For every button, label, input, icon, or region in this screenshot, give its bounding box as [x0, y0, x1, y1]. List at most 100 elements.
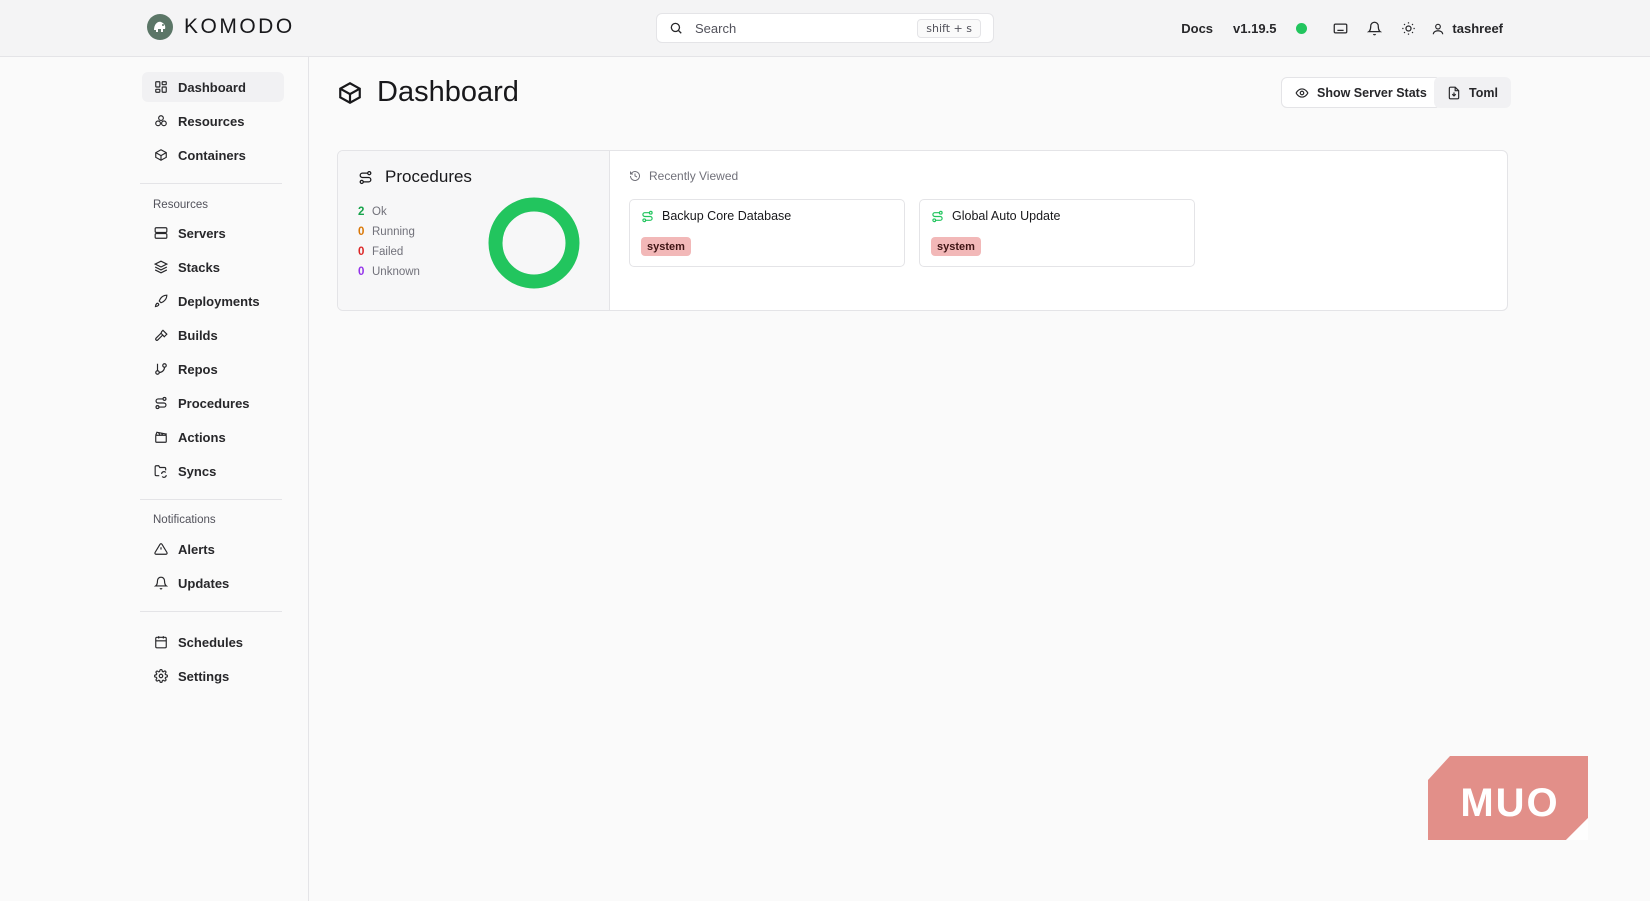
sidebar-section-resources: Resources: [153, 199, 208, 211]
server-icon: [154, 226, 168, 240]
recently-viewed-heading: Recently Viewed: [629, 169, 738, 183]
sidebar-item-servers[interactable]: Servers: [142, 218, 284, 248]
recent-item-name: Backup Core Database: [662, 209, 792, 223]
procedures-card: Procedures 2 Ok 0 Running 0 Failed 0 Unk…: [337, 150, 1508, 311]
keyboard-icon: [1333, 21, 1348, 36]
route-icon: [154, 396, 168, 410]
sidebar-item-dashboard[interactable]: Dashboard: [142, 72, 284, 102]
eye-icon: [1295, 86, 1309, 100]
resources-icon: [154, 114, 168, 128]
recently-viewed-label: Recently Viewed: [649, 169, 739, 183]
sidebar-item-label: Resources: [178, 113, 245, 129]
dashboard-icon: [154, 80, 168, 94]
search-input[interactable]: Search shift + s: [656, 13, 994, 43]
sidebar-item-deployments[interactable]: Deployments: [142, 286, 284, 316]
notifications-button[interactable]: [1357, 12, 1391, 46]
sidebar-item-label: Alerts: [178, 541, 215, 557]
sidebar-item-label: Updates: [178, 575, 230, 591]
sidebar-section-notifications: Notifications: [153, 514, 216, 526]
komodo-logo-icon: [147, 14, 173, 40]
clapperboard-icon: [154, 430, 168, 444]
layers-icon: [154, 260, 168, 274]
procedures-heading: Procedures: [358, 167, 472, 187]
sidebar-item-actions[interactable]: Actions: [142, 422, 284, 452]
sidebar-item-label: Builds: [178, 327, 218, 343]
sidebar-item-stacks[interactable]: Stacks: [142, 252, 284, 282]
sidebar-item-label: Dashboard: [178, 79, 246, 95]
docs-link[interactable]: Docs: [1181, 21, 1213, 36]
stat-failed: 0 Failed: [358, 246, 403, 258]
muo-watermark-logo: MUO: [1428, 756, 1588, 840]
user-icon: [1431, 22, 1445, 36]
top-bar: KOMODO Search shift + s Docs v1.19.5 tas…: [0, 0, 1650, 57]
git-branch-icon: [154, 362, 168, 376]
bell-icon: [154, 576, 168, 590]
stat-count: 0: [358, 266, 365, 278]
theme-toggle-button[interactable]: [1391, 12, 1425, 46]
sidebar-item-label: Containers: [178, 147, 246, 163]
sidebar-item-builds[interactable]: Builds: [142, 320, 284, 350]
rocket-icon: [154, 294, 168, 308]
sidebar-item-label: Schedules: [178, 634, 244, 650]
header-actions: Docs v1.19.5 tashreef: [1181, 0, 1503, 57]
search-icon: [669, 21, 683, 35]
alert-triangle-icon: [154, 542, 168, 556]
sidebar-item-schedules[interactable]: Schedules: [142, 627, 284, 657]
recent-item-card[interactable]: Global Auto Update system: [919, 199, 1195, 267]
stat-label: Failed: [372, 246, 404, 258]
page-title: Dashboard: [337, 76, 519, 109]
stat-count: 2: [358, 206, 365, 218]
sidebar-divider: [140, 183, 282, 184]
stat-count: 0: [358, 246, 365, 258]
user-menu[interactable]: tashreef: [1431, 21, 1503, 36]
recent-item-name: Global Auto Update: [952, 209, 1061, 223]
version-label[interactable]: v1.19.5: [1233, 21, 1276, 36]
search-placeholder: Search: [695, 20, 737, 36]
brand[interactable]: KOMODO: [147, 14, 295, 40]
history-icon: [629, 170, 641, 182]
page-title-text: Dashboard: [377, 76, 519, 108]
sidebar-divider: [140, 611, 282, 612]
recent-item-title: Backup Core Database: [641, 209, 791, 223]
sidebar-item-resources[interactable]: Resources: [142, 106, 284, 136]
sidebar-item-label: Settings: [178, 668, 230, 684]
calendar-icon: [154, 635, 168, 649]
sidebar-item-label: Procedures: [178, 395, 250, 411]
search-shortcut: shift + s: [917, 18, 981, 38]
brand-name: KOMODO: [184, 15, 295, 38]
box-icon: [337, 80, 363, 106]
file-download-icon: [1447, 86, 1461, 100]
sun-icon: [1401, 21, 1416, 36]
stat-label: Running: [372, 226, 415, 238]
sidebar-item-label: Actions: [178, 429, 226, 445]
sidebar-item-label: Stacks: [178, 259, 220, 275]
procedures-title: Procedures: [385, 167, 472, 186]
sidebar-item-containers[interactable]: Containers: [142, 140, 284, 170]
sidebar-item-label: Servers: [178, 225, 226, 241]
tag-badge[interactable]: system: [931, 237, 981, 256]
toml-button[interactable]: Toml: [1434, 77, 1511, 108]
sidebar-item-repos[interactable]: Repos: [142, 354, 284, 384]
sidebar-item-label: Syncs: [178, 463, 217, 479]
settings-icon: [154, 669, 168, 683]
tag-badge[interactable]: system: [641, 237, 691, 256]
watermark-text: MUO: [1460, 781, 1559, 825]
sidebar-item-updates[interactable]: Updates: [142, 568, 284, 598]
recent-item-card[interactable]: Backup Core Database system: [629, 199, 905, 267]
show-server-stats-button[interactable]: Show Server Stats: [1281, 77, 1441, 108]
box-icon: [154, 148, 168, 162]
sidebar-item-procedures[interactable]: Procedures: [142, 388, 284, 418]
route-icon: [641, 210, 654, 223]
stat-unknown: 0 Unknown: [358, 266, 420, 278]
stat-ok: 2 Ok: [358, 206, 387, 218]
sidebar-item-syncs[interactable]: Syncs: [142, 456, 284, 486]
sidebar-item-alerts[interactable]: Alerts: [142, 534, 284, 564]
connection-status-icon: [1296, 23, 1308, 34]
sidebar-item-settings[interactable]: Settings: [142, 661, 284, 691]
folder-sync-icon: [154, 464, 168, 478]
keyboard-shortcuts-button[interactable]: [1323, 12, 1357, 46]
stat-count: 0: [358, 226, 365, 238]
sidebar-item-label: Repos: [178, 361, 218, 377]
procedures-summary[interactable]: Procedures 2 Ok 0 Running 0 Failed 0 Unk…: [338, 151, 610, 310]
stat-running: 0 Running: [358, 226, 415, 238]
